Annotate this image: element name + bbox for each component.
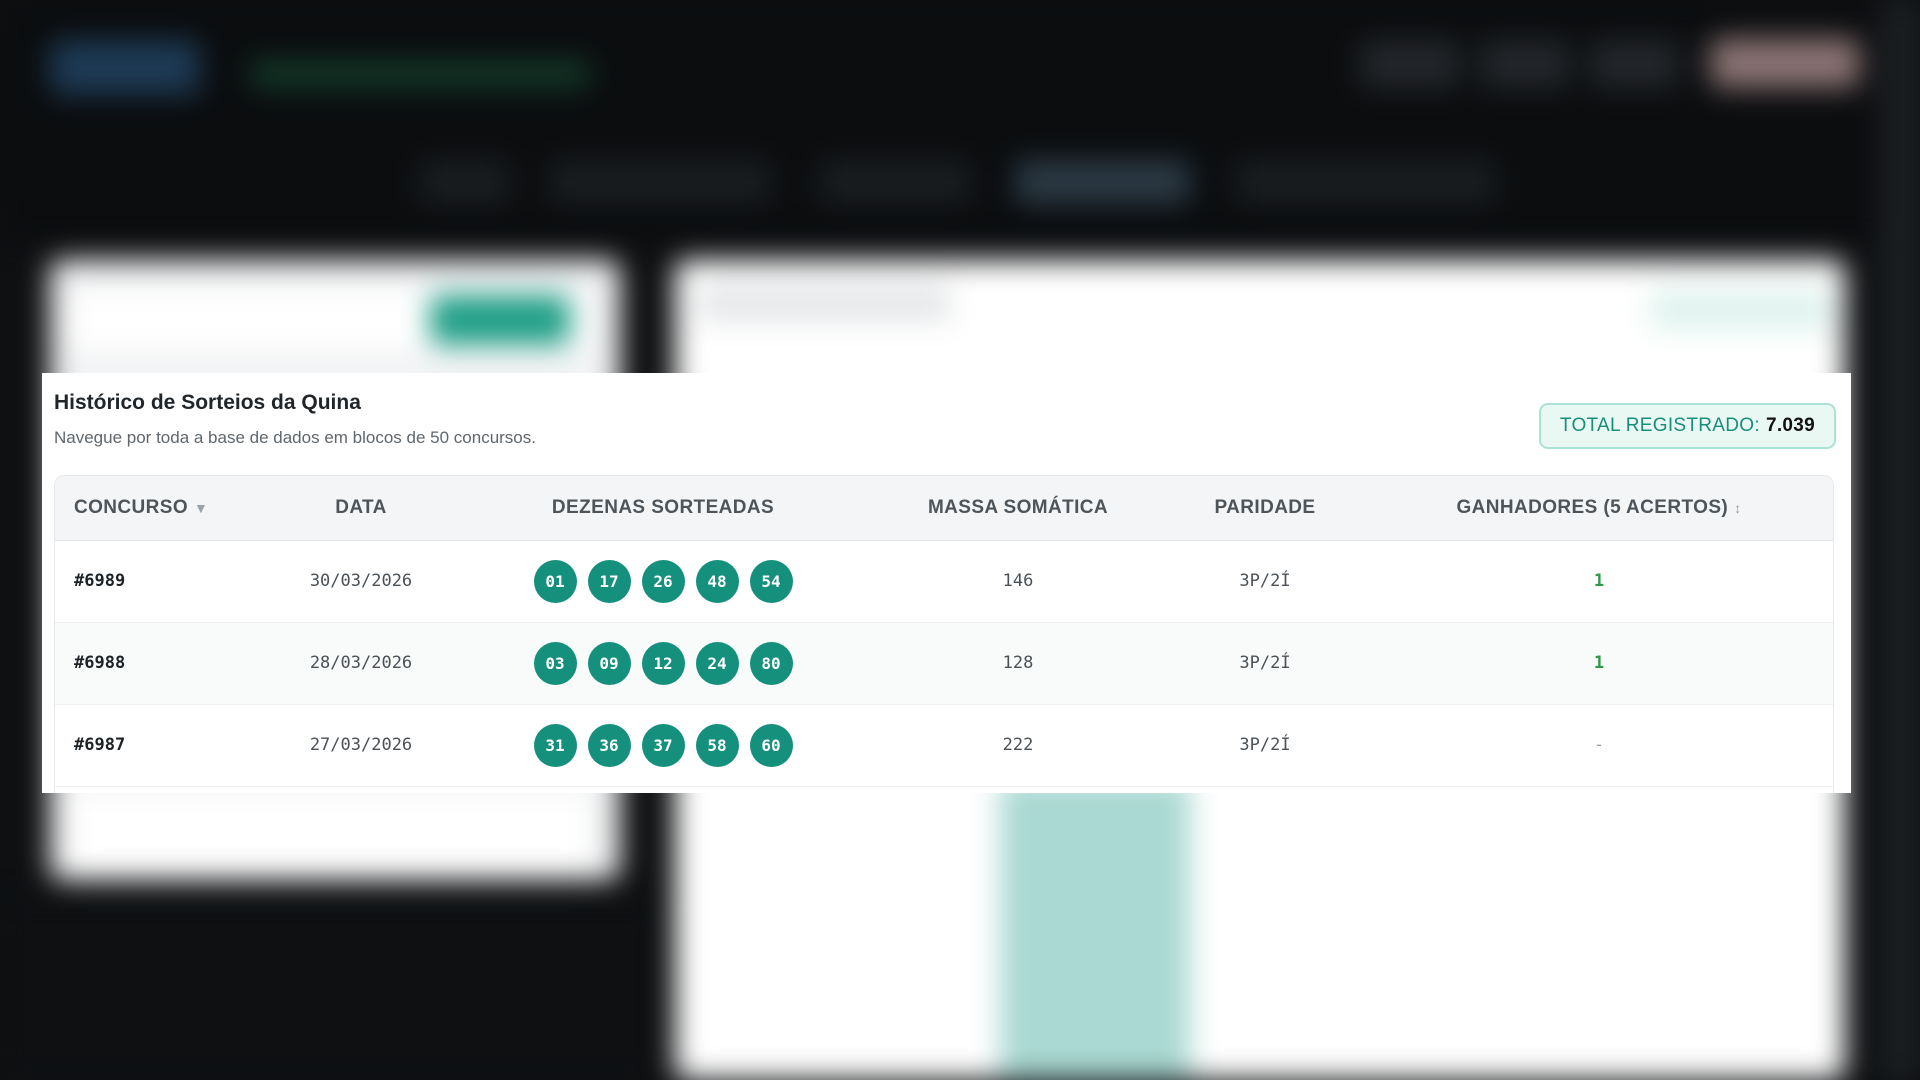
bg-nav-item	[820, 160, 970, 204]
drawn-numbers: 01 17 26 48 54	[457, 540, 869, 622]
column-header-concurso[interactable]: CONCURSO ▼	[55, 476, 265, 541]
bg-header-link	[1480, 40, 1570, 88]
table-header-row: CONCURSO ▼ DATA DEZENAS SORTEADAS MASSA S…	[55, 476, 1833, 541]
number-ball: 48	[695, 559, 739, 603]
number-ball: 31	[533, 723, 577, 767]
number-ball: 54	[749, 559, 793, 603]
parity: 3P/2Í	[1239, 571, 1291, 591]
column-header-label: DEZENAS SORTEADAS	[551, 496, 775, 518]
bg-logo	[50, 40, 200, 95]
parity: 3P/2Í	[1239, 653, 1291, 673]
number-ball: 36	[587, 723, 631, 767]
bg-left-card-footer	[70, 790, 590, 880]
draw-date: 30/03/2026	[309, 571, 413, 591]
column-header-label: PARIDADE	[1214, 496, 1316, 518]
bg-main-card-title	[700, 285, 950, 321]
drawn-numbers: 03 09 12 24 80	[457, 622, 869, 704]
bg-main-card-button	[1650, 290, 1830, 330]
column-header-label: CONCURSO	[74, 496, 189, 518]
bg-nav-item	[1235, 160, 1495, 204]
number-ball: 12	[641, 641, 685, 685]
bg-nav-item	[550, 160, 770, 204]
contest-number: #6988	[74, 653, 126, 673]
number-ball: 01	[533, 559, 577, 603]
number-ball: 03	[533, 641, 577, 685]
column-header-label: GANHADORES (5 ACERTOS)	[1456, 496, 1729, 518]
number-ball: 24	[695, 641, 739, 685]
draw-history-panel: Histórico de Sorteios da Quina Navegue p…	[42, 373, 1851, 793]
winners-count: 1	[1593, 571, 1605, 591]
sum-mass: 222	[1002, 735, 1034, 755]
column-header-massa: MASSA SOMÁTICA	[869, 476, 1167, 541]
panel-subtitle: Navegue por toda a base de dados em bloc…	[54, 428, 536, 447]
bg-header-link	[1590, 40, 1680, 88]
column-header-dezenas: DEZENAS SORTEADAS	[457, 476, 869, 541]
bg-header-link	[1360, 40, 1460, 88]
table-row[interactable]: #6987 27/03/2026 31 36 37 58 60 222 3P/2…	[55, 704, 1833, 786]
number-ball: 60	[749, 723, 793, 767]
total-value: 7.039	[1765, 415, 1815, 436]
column-header-label: MASSA SOMÁTICA	[927, 496, 1109, 518]
bg-header-button	[1710, 38, 1860, 88]
bg-nav-item	[420, 160, 510, 204]
draw-date: 27/03/2026	[309, 735, 413, 755]
draws-table: CONCURSO ▼ DATA DEZENAS SORTEADAS MASSA S…	[54, 475, 1834, 793]
bg-left-button	[430, 295, 570, 345]
drawn-numbers: 31 36 37 58 60	[457, 704, 869, 786]
caret-down-icon[interactable]: ▼	[194, 500, 208, 516]
panel-title: Histórico de Sorteios da Quina	[54, 391, 361, 414]
total-registered-badge: TOTAL REGISTRADO: 7.039	[1538, 403, 1836, 449]
winners-count: -	[1593, 735, 1605, 755]
bg-nav-item-active	[1015, 160, 1190, 204]
sum-mass: 146	[1002, 571, 1034, 591]
number-ball: 09	[587, 641, 631, 685]
column-header-paridade: PARIDADE	[1167, 476, 1363, 541]
contest-number: #6987	[74, 735, 126, 755]
bg-scrollbar	[1880, 0, 1920, 1080]
column-header-label: DATA	[335, 496, 387, 518]
bg-highlight-column	[1000, 780, 1190, 1080]
number-ball: 80	[749, 641, 793, 685]
screen: Histórico de Sorteios da Quina Navegue p…	[0, 0, 1920, 1080]
number-ball: 26	[641, 559, 685, 603]
sum-mass: 128	[1002, 653, 1034, 673]
total-label: TOTAL REGISTRADO:	[1559, 415, 1760, 436]
table-row[interactable]: #6988 28/03/2026 03 09 12 24 80 128 3P/2…	[55, 622, 1833, 704]
sort-icon[interactable]: ↕	[1734, 500, 1741, 516]
parity: 3P/2Í	[1239, 735, 1291, 755]
number-ball: 37	[641, 723, 685, 767]
bg-header	[0, 0, 1920, 240]
table-row[interactable]: #6989 30/03/2026 01 17 26 48 54 146 3P/2…	[55, 540, 1833, 622]
number-ball: 58	[695, 723, 739, 767]
column-header-ganhadores[interactable]: GANHADORES (5 ACERTOS) ↕	[1363, 476, 1833, 541]
contest-number: #6989	[74, 571, 126, 591]
bg-dark-area	[0, 900, 660, 1080]
column-header-data: DATA	[265, 476, 457, 541]
bg-brand-name	[250, 60, 590, 88]
number-ball: 17	[587, 559, 631, 603]
draw-date: 28/03/2026	[309, 653, 413, 673]
winners-count: 1	[1593, 653, 1605, 673]
